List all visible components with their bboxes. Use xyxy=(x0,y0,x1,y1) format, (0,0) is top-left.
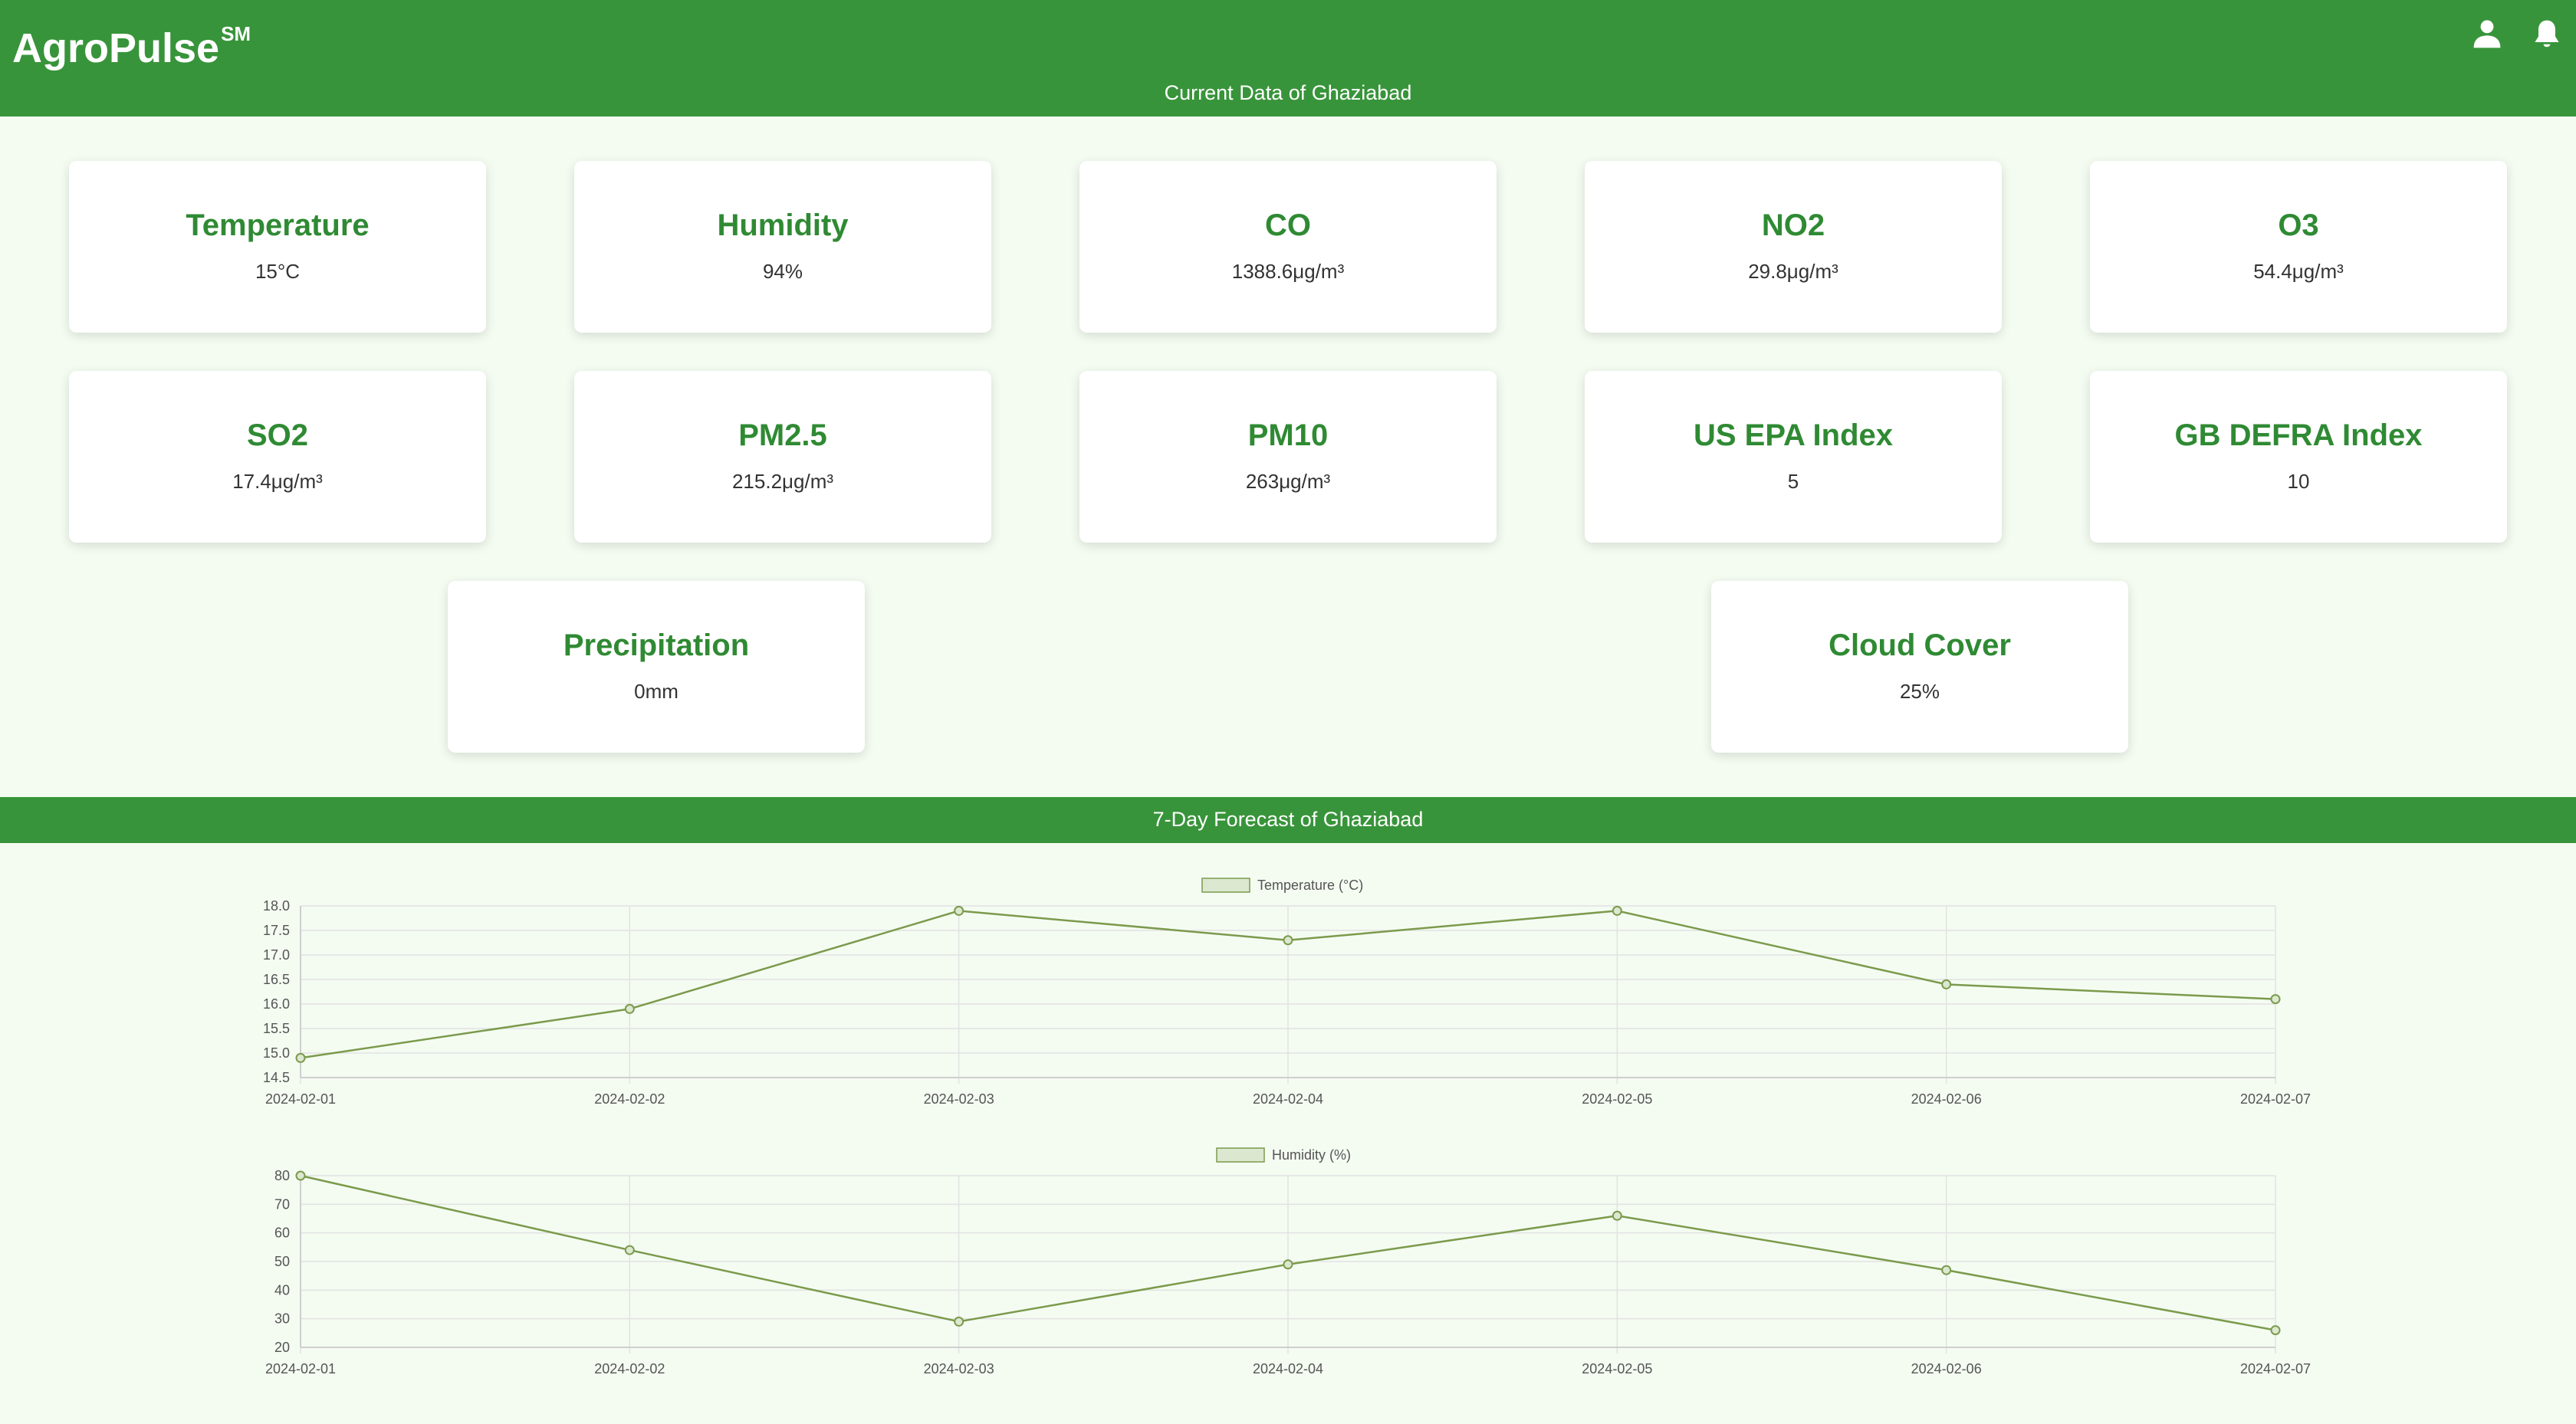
metric-title: PM10 xyxy=(1247,418,1329,452)
app-logo[interactable]: AgroPulseSM xyxy=(12,9,251,73)
x-tick-label: 2024-02-07 xyxy=(2240,1091,2311,1107)
data-point xyxy=(295,1170,306,1181)
data-point xyxy=(624,1245,635,1255)
metric-value: 10 xyxy=(2287,470,2310,493)
top-bar: AgroPulseSM xyxy=(0,0,2576,77)
metric-title: Temperature xyxy=(186,208,370,242)
data-point xyxy=(954,905,964,916)
data-point xyxy=(624,1003,635,1014)
data-point xyxy=(1283,935,1293,946)
y-tick-label: 60 xyxy=(274,1225,290,1241)
metric-card-pm10: PM10 263μg/m³ xyxy=(1079,371,1497,543)
y-tick-label: 17.0 xyxy=(263,947,290,963)
app-name: AgroPulse xyxy=(12,25,220,71)
bell-icon[interactable] xyxy=(2530,17,2564,51)
y-tick-label: 16.5 xyxy=(263,972,290,987)
forecast-banner: 7-Day Forecast of Ghaziabad xyxy=(0,797,2576,843)
metric-card-o3: O3 54.4μg/m³ xyxy=(2090,161,2507,333)
metric-title: US EPA Index xyxy=(1693,418,1894,452)
metric-title: GB DEFRA Index xyxy=(2174,418,2423,452)
y-tick-label: 15.5 xyxy=(263,1021,290,1036)
current-data-banner: Current Data of Ghaziabad xyxy=(0,77,2576,116)
metric-title: Humidity xyxy=(717,208,849,242)
y-tick-label: 30 xyxy=(274,1311,290,1327)
y-tick-label: 70 xyxy=(274,1196,290,1212)
data-point xyxy=(1941,979,1952,989)
data-point xyxy=(1612,1210,1622,1221)
humidity-forecast-chart: Humidity (%) 20 30 40 50 60 70 80 2024-02-01 2024… xyxy=(265,1147,2311,1376)
metric-title: Cloud Cover xyxy=(1829,628,2011,662)
metric-card-co: CO 1388.6μg/m³ xyxy=(1079,161,1497,333)
temperature-forecast-chart: Temperature (°C) 14.5 15.0 15.5 16.0 16.5 17.0… xyxy=(263,878,2311,1107)
metric-value: 94% xyxy=(762,260,803,283)
metric-title: NO2 xyxy=(1761,208,1825,242)
y-tick-label: 80 xyxy=(274,1168,290,1183)
data-point xyxy=(954,1316,964,1327)
metric-card-us-epa-index: US EPA Index 5 xyxy=(1585,371,2002,543)
y-tick-label: 50 xyxy=(274,1254,290,1269)
x-tick-label: 2024-02-03 xyxy=(924,1361,994,1376)
x-tick-label: 2024-02-05 xyxy=(1582,1091,1652,1107)
x-tick-label: 2024-02-03 xyxy=(924,1091,994,1107)
x-tick-label: 2024-02-06 xyxy=(1911,1361,1982,1376)
x-tick-label: 2024-02-01 xyxy=(265,1361,336,1376)
y-tick-label: 40 xyxy=(274,1282,290,1298)
metric-title: Precipitation xyxy=(563,628,750,662)
metric-value: 54.4μg/m³ xyxy=(2253,260,2344,283)
metric-title: O3 xyxy=(2278,208,2319,242)
data-point xyxy=(2270,1325,2281,1336)
data-point xyxy=(295,1052,306,1063)
service-mark: SM xyxy=(221,22,251,45)
current-data-title: Current Data of Ghaziabad xyxy=(1164,81,1412,104)
legend-swatch xyxy=(1216,1147,1265,1163)
legend-label: Temperature (°C) xyxy=(1257,878,1363,893)
metric-card-humidity: Humidity 94% xyxy=(574,161,991,333)
metric-value: 29.8μg/m³ xyxy=(1748,260,1838,283)
data-point xyxy=(1612,905,1622,916)
metric-title: PM2.5 xyxy=(738,418,827,452)
x-tick-label: 2024-02-02 xyxy=(594,1361,665,1376)
y-tick-label: 16.0 xyxy=(263,996,290,1012)
x-tick-label: 2024-02-04 xyxy=(1253,1361,1323,1376)
y-tick-label: 14.5 xyxy=(263,1070,290,1085)
user-icon[interactable] xyxy=(2470,17,2504,51)
metric-card-gb-defra-index: GB DEFRA Index 10 xyxy=(2090,371,2507,543)
metric-title: CO xyxy=(1265,208,1311,242)
y-tick-label: 15.0 xyxy=(263,1045,290,1061)
metric-value: 17.4μg/m³ xyxy=(232,470,323,493)
data-point xyxy=(2270,994,2281,1005)
x-tick-label: 2024-02-07 xyxy=(2240,1361,2311,1376)
metric-value: 0mm xyxy=(634,680,678,703)
metric-value: 263μg/m³ xyxy=(1245,470,1331,493)
metric-value: 1388.6μg/m³ xyxy=(1231,260,1345,283)
x-tick-label: 2024-02-02 xyxy=(594,1091,665,1107)
data-point xyxy=(1283,1259,1293,1270)
forecast-title: 7-Day Forecast of Ghaziabad xyxy=(1152,808,1424,831)
x-tick-label: 2024-02-01 xyxy=(265,1091,336,1107)
metric-value: 5 xyxy=(1787,470,1799,493)
metric-card-cloud-cover: Cloud Cover 25% xyxy=(1711,581,2128,753)
y-tick-label: 20 xyxy=(274,1340,290,1355)
metric-value: 25% xyxy=(1899,680,1940,703)
metric-card-pm25: PM2.5 215.2μg/m³ xyxy=(574,371,991,543)
x-tick-label: 2024-02-05 xyxy=(1582,1361,1652,1376)
metric-title: SO2 xyxy=(246,418,309,452)
x-tick-label: 2024-02-04 xyxy=(1253,1091,1323,1107)
y-tick-label: 18.0 xyxy=(263,898,290,914)
legend-swatch xyxy=(1201,878,1250,893)
metric-value: 15°C xyxy=(255,260,301,283)
metric-card-no2: NO2 29.8μg/m³ xyxy=(1585,161,2002,333)
metric-card-temperature: Temperature 15°C xyxy=(69,161,486,333)
data-point xyxy=(1941,1265,1952,1275)
metric-card-so2: SO2 17.4μg/m³ xyxy=(69,371,486,543)
metric-value: 215.2μg/m³ xyxy=(731,470,834,493)
legend-label: Humidity (%) xyxy=(1272,1147,1351,1163)
metric-card-precipitation: Precipitation 0mm xyxy=(448,581,865,753)
x-tick-label: 2024-02-06 xyxy=(1911,1091,1982,1107)
y-tick-label: 17.5 xyxy=(263,923,290,938)
